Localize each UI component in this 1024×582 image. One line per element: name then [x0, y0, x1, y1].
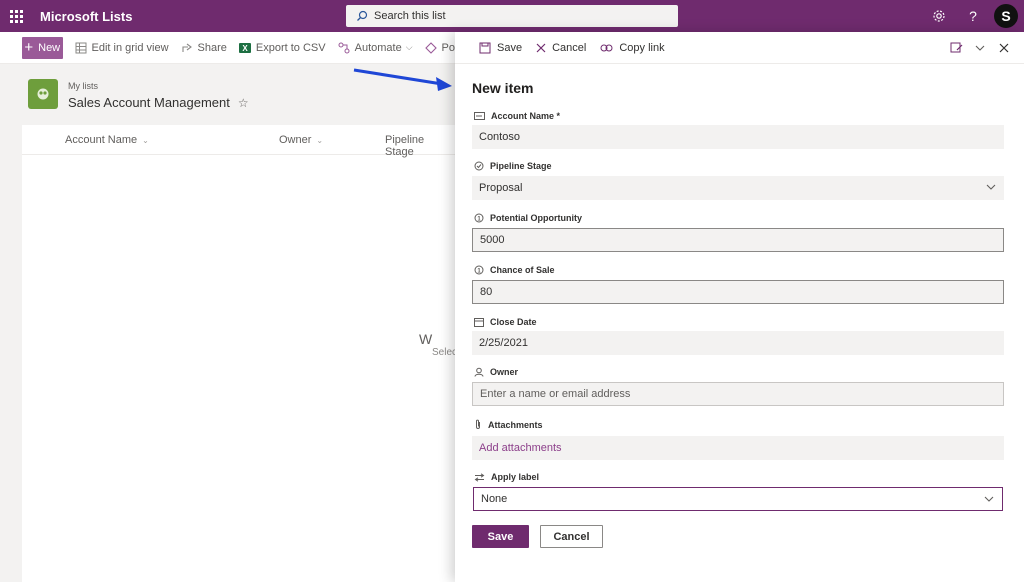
cancel-button[interactable]: Cancel [540, 525, 603, 548]
chance-of-sale-label: 1 Chance of Sale [474, 265, 555, 275]
new-button-label: New [38, 41, 61, 54]
search-placeholder: Search this list [374, 10, 446, 22]
pipeline-stage-label: Pipeline Stage [474, 161, 552, 171]
list-header: My lists Sales Account Management ☆ [28, 79, 249, 110]
command-bar: + New Edit in grid view Share X Export t… [0, 32, 455, 64]
automate-button[interactable]: Automate ⌵ [338, 42, 413, 54]
person-icon [474, 367, 484, 377]
potential-opportunity-label: 1 Potential Opportunity [474, 213, 582, 223]
grid-icon [75, 42, 86, 53]
chevron-down-icon: ⌄ [316, 135, 324, 145]
help-icon[interactable]: ? [956, 0, 990, 32]
new-button[interactable]: + New [22, 36, 63, 59]
chevron-down-icon[interactable] [968, 32, 992, 64]
column-header-pipeline-stage[interactable]: Pipeline Stage [385, 134, 455, 158]
breadcrumb[interactable]: My lists [68, 81, 249, 91]
share-icon [181, 43, 192, 52]
add-attachments-link[interactable]: Add attachments [472, 436, 1004, 460]
attachments-label: Attachments [474, 419, 543, 430]
close-date-label: Close Date [474, 317, 537, 327]
gear-icon[interactable] [922, 0, 956, 32]
save-icon [479, 42, 491, 53]
plus-icon: + [24, 39, 34, 56]
list-logo-icon [28, 79, 58, 109]
link-icon [600, 44, 613, 51]
annotation-arrow-icon [353, 68, 452, 91]
form-title: New item [472, 80, 534, 96]
power-icon [424, 41, 437, 54]
save-button[interactable]: Save [472, 525, 529, 548]
owner-label: Owner [474, 367, 518, 377]
waffle-icon[interactable] [0, 0, 32, 32]
label-icon [474, 472, 485, 482]
panel-save-button[interactable]: Save [479, 42, 522, 54]
excel-icon: X [238, 42, 251, 53]
number-icon: 1 [474, 213, 484, 223]
chevron-down-icon: ⌵ [405, 42, 413, 52]
panel-cancel-button[interactable]: Cancel [536, 42, 586, 54]
power-button[interactable]: Po [424, 41, 455, 54]
star-icon[interactable]: ☆ [238, 96, 249, 110]
power-label: Po [441, 41, 455, 54]
calendar-icon [474, 318, 484, 327]
column-header-owner[interactable]: Owner ⌄ [279, 134, 323, 146]
suite-bar: Microsoft Lists Search this list ? S [0, 0, 1024, 32]
chevron-down-icon: ⌄ [142, 135, 149, 145]
number-icon: 1 [474, 265, 484, 275]
close-date-field[interactable]: 2/25/2021 [472, 331, 1004, 355]
potential-opportunity-field[interactable]: 5000 [472, 228, 1004, 252]
edit-grid-view-button[interactable]: Edit in grid view [75, 42, 169, 54]
paperclip-icon [476, 419, 480, 429]
owner-people-picker[interactable]: Enter a name or email address [472, 382, 1004, 406]
chevron-down-icon [984, 496, 994, 502]
account-name-field[interactable]: Contoso [472, 125, 1004, 149]
copy-link-button[interactable]: Copy link [600, 42, 665, 54]
svg-text:X: X [242, 44, 248, 53]
chevron-down-icon [986, 184, 996, 190]
search-input[interactable]: Search this list [346, 5, 678, 27]
search-icon [357, 10, 368, 21]
list-page: My lists Sales Account Management ☆ Acco… [0, 65, 458, 582]
export-csv-label: Export to CSV [255, 41, 326, 54]
list-grid: Account Name ⌄ Owner ⌄ Pipeline Stage [22, 125, 455, 582]
column-headers: Account Name ⌄ Owner ⌄ Pipeline Stage [22, 125, 455, 158]
pipeline-stage-dropdown[interactable]: Proposal [472, 176, 1004, 200]
share-button[interactable]: Share [181, 42, 227, 54]
choice-icon [474, 161, 484, 171]
column-header-account-name[interactable]: Account Name ⌄ [65, 134, 149, 146]
panel-edit-icon[interactable] [944, 32, 968, 64]
apply-label-label: Apply label [474, 472, 539, 482]
apply-label-dropdown[interactable]: None [473, 487, 1003, 511]
empty-state-subtitle: Selec [432, 347, 458, 358]
empty-state-title: W [419, 331, 433, 347]
list-title: Sales Account Management [68, 95, 230, 110]
panel-command-bar: Save Cancel Copy link [455, 32, 1024, 64]
text-field-icon [474, 112, 485, 120]
chance-of-sale-field[interactable]: 80 [472, 280, 1004, 304]
app-title[interactable]: Microsoft Lists [40, 9, 132, 24]
export-csv-button[interactable]: X Export to CSV [238, 41, 326, 54]
share-label: Share [197, 41, 227, 54]
close-icon[interactable] [992, 32, 1016, 64]
new-item-panel: Save Cancel Copy link New item Account N… [455, 32, 1024, 582]
close-icon [536, 43, 546, 52]
edit-grid-view-label: Edit in grid view [91, 41, 169, 54]
automate-label: Automate [354, 41, 402, 54]
avatar[interactable]: S [994, 4, 1018, 28]
automate-icon [338, 42, 350, 53]
account-name-label: Account Name * [474, 111, 560, 121]
